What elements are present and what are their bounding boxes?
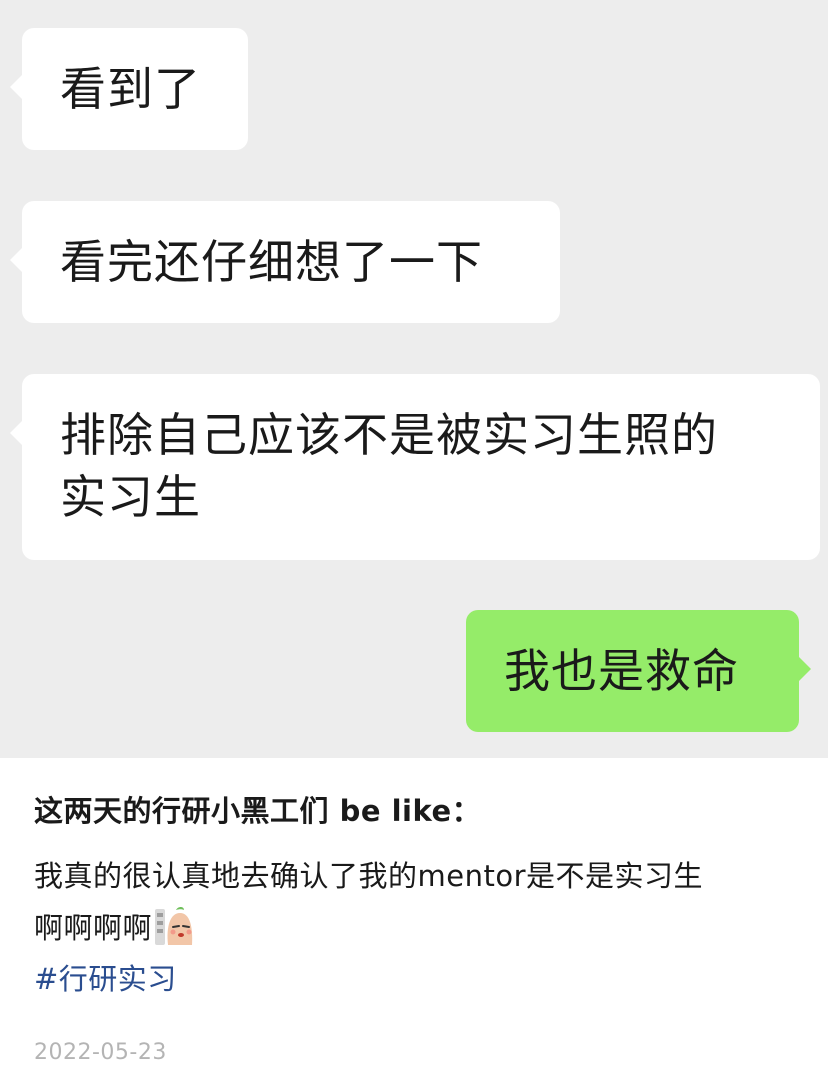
post-body: 我真的很认真地去确认了我的mentor是不是实习生 啊啊啊啊 [34, 850, 794, 954]
post-body-text: 啊啊啊啊 [34, 911, 153, 945]
post-card: 这两天的行研小黑工们 be like： 我真的很认真地去确认了我的mentor是… [0, 758, 828, 1080]
message-bubble-incoming: 看完还仔细想了一下 [10, 201, 560, 323]
message-text-line: 实习生 [60, 470, 201, 524]
message-bubble-outgoing: 我也是救命 [466, 610, 811, 732]
message-text-line: 排除自己应该不是被实习生照的 [60, 408, 718, 462]
message-bubble-incoming: 看到了 [10, 28, 248, 150]
message-text: 看完还仔细想了一下 [60, 235, 483, 289]
chat-screenshot: 看到了 看完还仔细想了一下 排除自己应该不是被实习生照的 实习生 我也是救命 [0, 0, 828, 758]
message-bubble-incoming: 排除自己应该不是被实习生照的 实习生 [10, 374, 820, 560]
post-body-line-2: 啊啊啊啊 [34, 902, 794, 954]
post-body-line: 我真的很认真地去确认了我的mentor是不是实习生 [34, 859, 704, 893]
post-date: 2022-05-23 [34, 1040, 167, 1065]
hashtag-link[interactable]: #行研实习 [34, 956, 177, 998]
message-text: 看到了 [60, 62, 201, 116]
message-text: 我也是救命 [504, 644, 739, 698]
post-title: 这两天的行研小黑工们 be like： [34, 794, 482, 828]
sweating-potato-emoji-icon [154, 905, 194, 949]
